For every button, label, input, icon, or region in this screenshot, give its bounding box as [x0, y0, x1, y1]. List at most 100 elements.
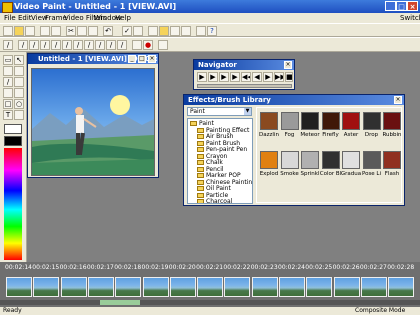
save-icon[interactable] [25, 26, 35, 36]
select-tool-icon[interactable]: ▭ [3, 55, 13, 65]
effect-tile[interactable] [383, 151, 401, 169]
pencil-icon[interactable]: / [3, 40, 13, 50]
help-icon[interactable]: ? [207, 26, 217, 36]
effects-close-button[interactable]: × [394, 96, 402, 104]
brush-icon-2[interactable]: / [29, 40, 39, 50]
undo-icon[interactable]: ↶ [103, 26, 113, 36]
folder-icon[interactable] [159, 26, 169, 36]
effect-tile[interactable] [383, 112, 401, 130]
effect-tile[interactable] [280, 151, 299, 169]
timeline-frame[interactable] [115, 277, 142, 297]
menu-switch[interactable]: Switch [400, 14, 420, 22]
timeline-frame[interactable] [388, 277, 415, 297]
nav-forward-icon[interactable]: ▶ [263, 72, 273, 82]
wand-tool-icon[interactable] [14, 66, 24, 76]
effect-tile[interactable] [342, 151, 360, 169]
maximize-button[interactable]: □ [396, 1, 407, 11]
print-icon[interactable] [51, 26, 61, 36]
timeline-frame[interactable] [306, 277, 333, 297]
shape-tool-icon[interactable]: □ [3, 99, 13, 109]
brush-icon-7[interactable]: / [84, 40, 94, 50]
category-tree[interactable]: Paint Painting Effect Air Brush Paint Brush… [187, 118, 253, 204]
edit-icon[interactable] [133, 26, 143, 36]
foreground-color-swatch[interactable] [4, 136, 22, 146]
nav-play-icon-1[interactable]: ▶ [197, 72, 207, 82]
nav-slider[interactable] [197, 84, 292, 88]
picker-tool-icon[interactable] [14, 88, 24, 98]
chevron-down-icon[interactable]: ▼ [244, 108, 251, 115]
record-icon[interactable]: ● [143, 40, 153, 50]
timeline-scroll-thumb[interactable] [100, 300, 140, 305]
effect-tile[interactable] [321, 112, 340, 130]
timeline-frame[interactable] [60, 277, 87, 297]
color-spectrum[interactable] [4, 148, 22, 260]
brush-icon-10[interactable]: / [117, 40, 127, 50]
menu-file[interactable]: File [4, 14, 16, 22]
settings-icon[interactable] [158, 40, 168, 50]
timeline-frame[interactable] [197, 277, 224, 297]
nav-play-icon-3[interactable]: ▶ [219, 72, 229, 82]
minimize-button[interactable]: _ [385, 1, 396, 11]
nav-back-icon[interactable]: ◀ [252, 72, 262, 82]
nav-stop-icon[interactable]: ■ [285, 72, 293, 82]
brush-icon-5[interactable]: / [62, 40, 72, 50]
zoom-tool-icon[interactable] [14, 110, 24, 120]
brush-icon-1[interactable]: / [18, 40, 28, 50]
timeline-frame[interactable] [6, 277, 32, 297]
timeline[interactable]: 00:02:14 00:02:15 00:02:16 00:02:17 00:02:18… [0, 262, 420, 308]
brush-icon-4[interactable]: / [51, 40, 61, 50]
timeline-scrollbar[interactable] [0, 300, 420, 305]
video-close-button[interactable]: × [148, 55, 156, 63]
film-icon[interactable] [148, 26, 158, 36]
effect-tile[interactable] [362, 151, 381, 169]
paste-icon[interactable] [77, 26, 87, 36]
effect-tile[interactable] [301, 151, 319, 169]
move-tool-icon[interactable]: ↖ [14, 55, 24, 65]
category-dropdown[interactable]: Paint ▼ [187, 107, 252, 116]
timeline-frame[interactable] [87, 277, 114, 297]
timeline-frame[interactable] [279, 277, 305, 297]
close-button[interactable]: × [407, 1, 418, 11]
nav-rewind-icon[interactable]: ◀◀ [241, 72, 251, 82]
navigator-close-button[interactable]: × [284, 61, 292, 69]
brush-icon-8[interactable]: / [95, 40, 105, 50]
eraser-tool-icon[interactable] [14, 77, 24, 87]
background-color-swatch[interactable] [4, 124, 22, 134]
grid-icon[interactable] [181, 26, 191, 36]
clipboard-icon[interactable] [88, 26, 98, 36]
nav-play-icon-2[interactable]: ▶ [208, 72, 218, 82]
stamp-icon[interactable] [132, 40, 142, 50]
timeline-frame[interactable] [169, 277, 196, 297]
cut-icon[interactable]: ✂ [66, 26, 76, 36]
fill-tool-icon[interactable] [3, 88, 13, 98]
lasso-tool-icon[interactable] [3, 66, 13, 76]
ellipse-tool-icon[interactable]: ○ [14, 99, 24, 109]
timeline-frame[interactable] [333, 277, 360, 297]
timeline-frame[interactable] [33, 277, 60, 297]
video-maximize-button[interactable]: □ [138, 55, 146, 63]
menu-edit[interactable]: Edit [18, 14, 32, 22]
nav-play-icon-4[interactable]: ▶ [230, 72, 240, 82]
text-tool-icon[interactable]: T [3, 110, 13, 120]
brush-tool-icon[interactable]: / [3, 77, 13, 87]
zoom-icon[interactable] [196, 26, 206, 36]
effect-tile[interactable] [301, 112, 319, 130]
nav-fast-forward-icon[interactable]: ▶▶ [274, 72, 284, 82]
video-minimize-button[interactable]: _ [128, 55, 136, 63]
effect-tile[interactable] [342, 112, 360, 130]
effect-tile[interactable] [321, 151, 340, 169]
timeline-frame[interactable] [224, 277, 251, 297]
brush-icon-6[interactable]: / [73, 40, 83, 50]
brush-icon-3[interactable]: / [40, 40, 50, 50]
image-icon[interactable] [170, 26, 180, 36]
timeline-frame[interactable] [251, 277, 278, 297]
check-icon[interactable]: ✓ [122, 26, 132, 36]
new-icon[interactable] [3, 26, 13, 36]
video-frame-canvas[interactable] [31, 68, 155, 176]
brush-icon-9[interactable]: / [106, 40, 116, 50]
effect-tile[interactable] [280, 112, 299, 130]
menu-help[interactable]: Help [115, 14, 131, 22]
effect-tile[interactable] [362, 112, 381, 130]
effect-tile[interactable] [260, 151, 278, 169]
copy-icon[interactable] [40, 26, 50, 36]
